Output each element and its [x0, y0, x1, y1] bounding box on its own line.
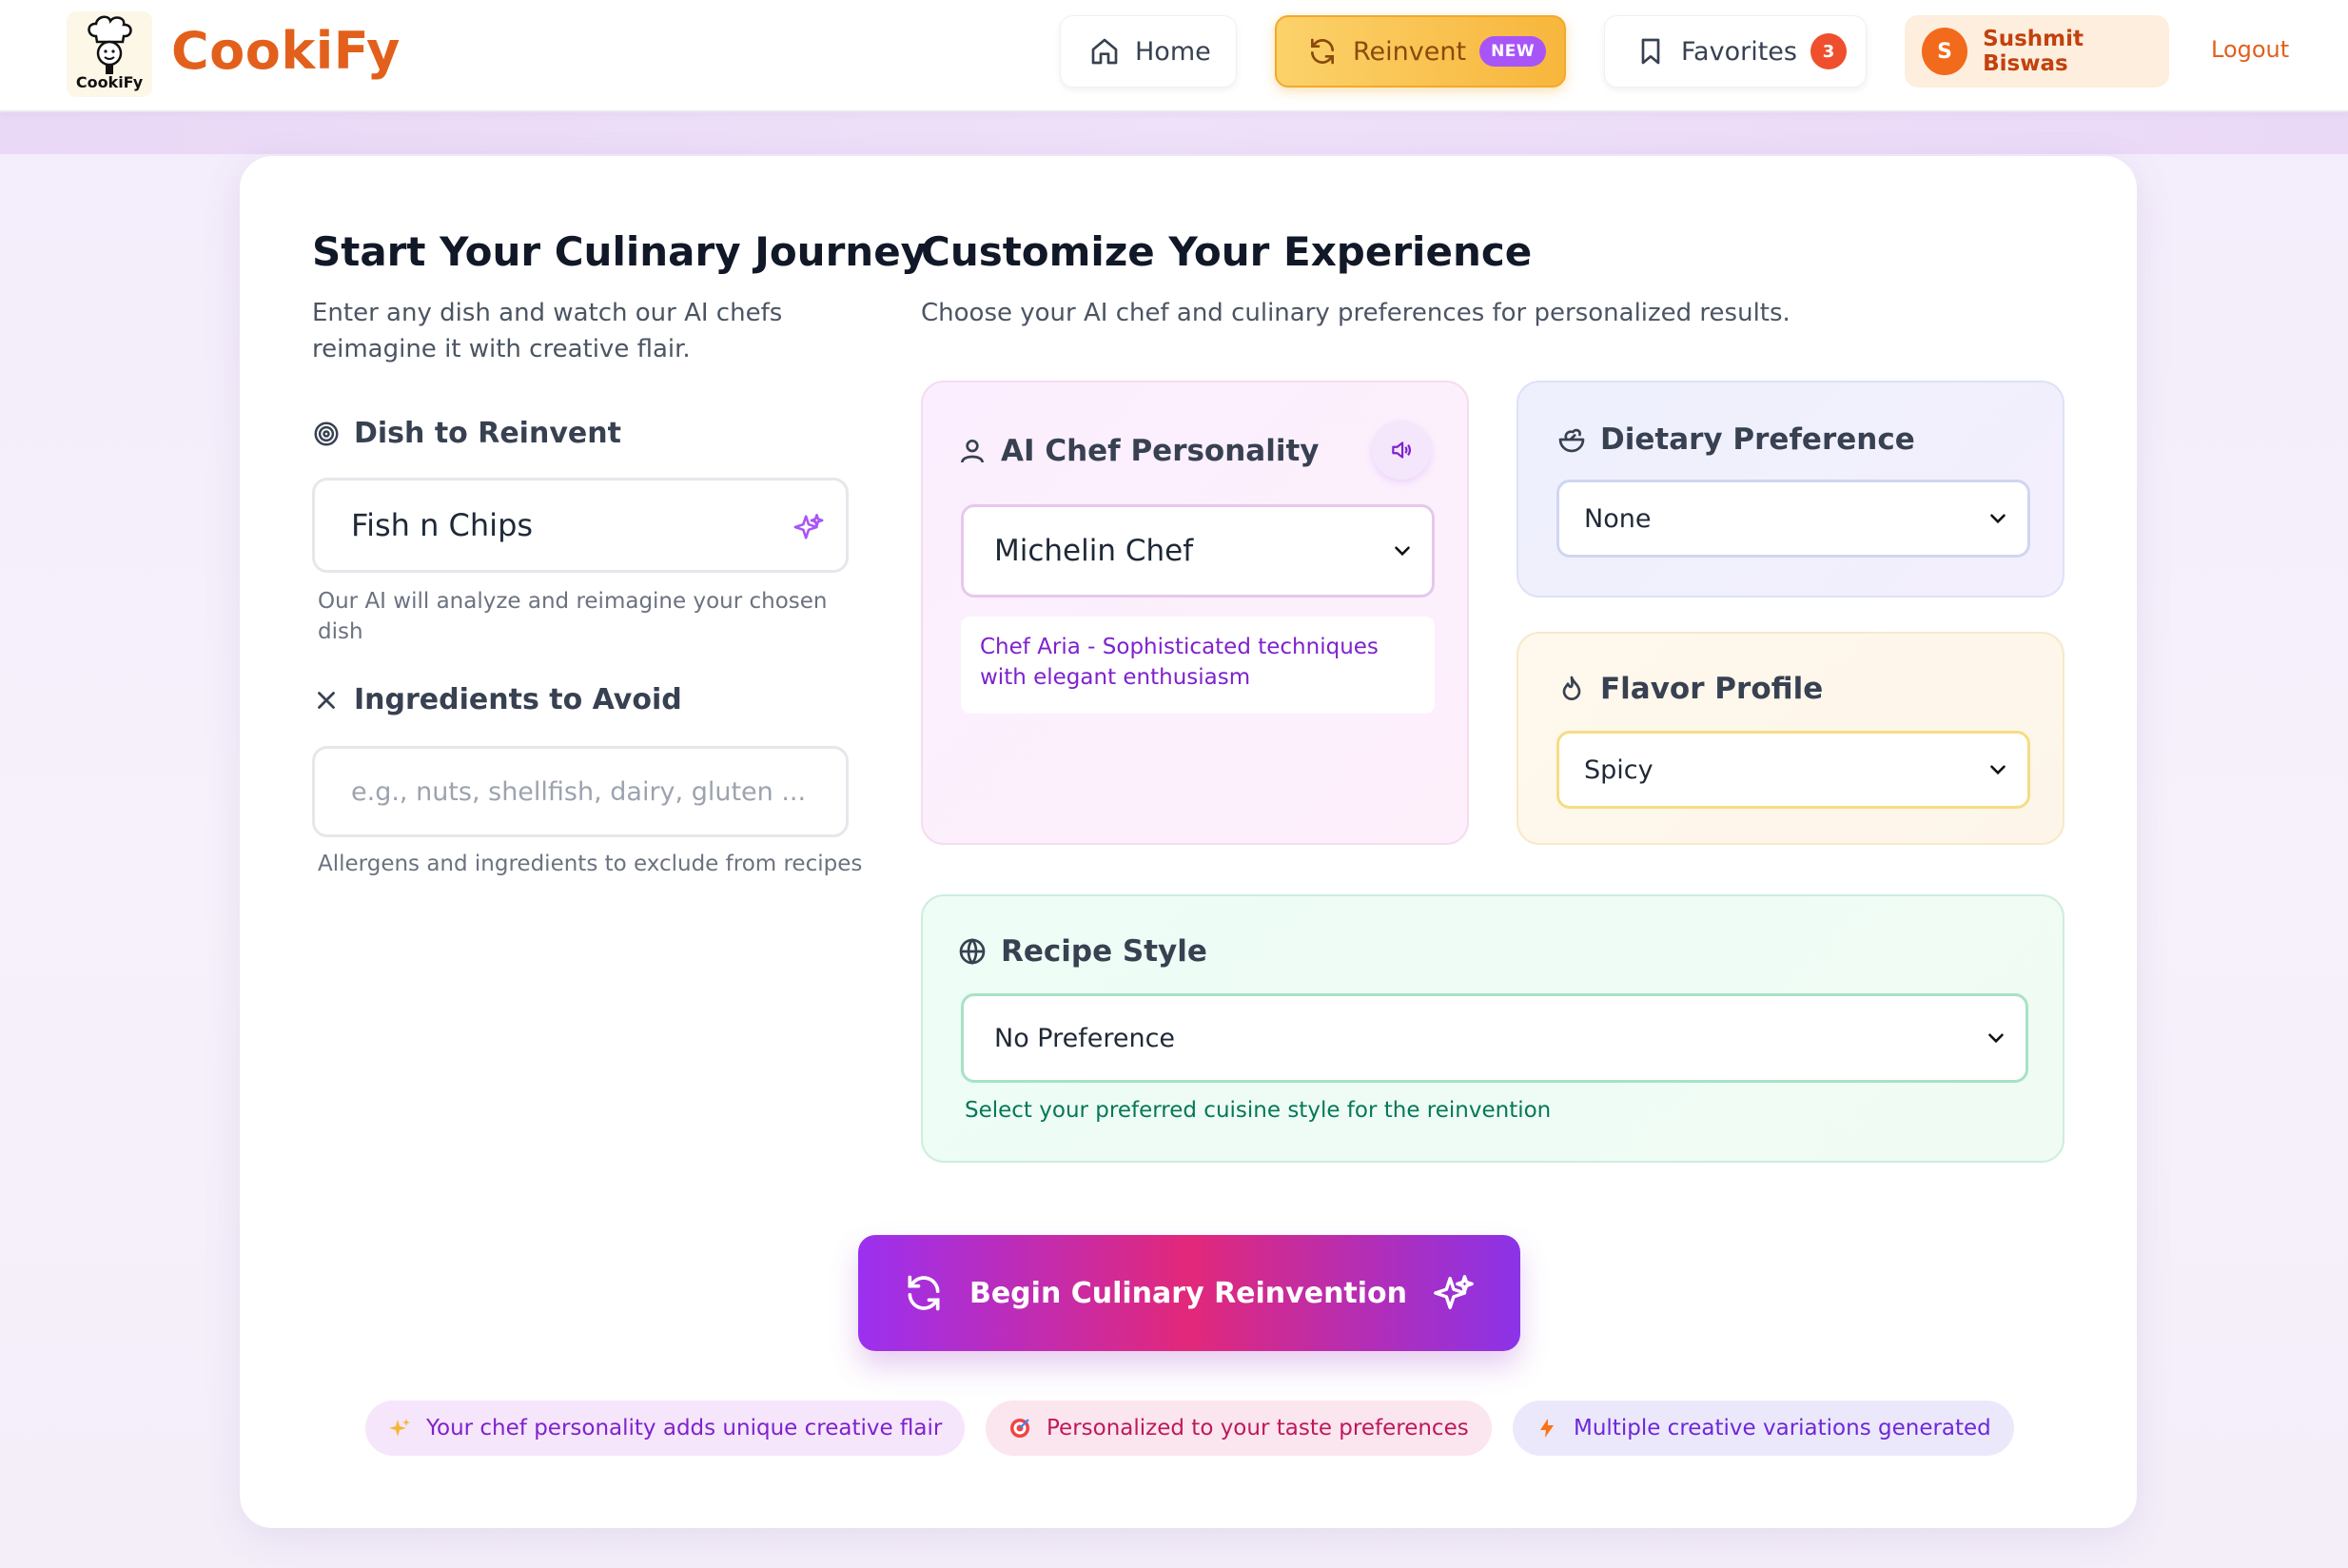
top-navbar: CookiFy CookiFy Home Reinvent NEW Favori…	[0, 0, 2348, 112]
header-band	[0, 112, 2348, 154]
salad-icon	[1556, 424, 1587, 455]
chevron-down-icon	[1984, 1026, 2008, 1050]
avatar: S	[1922, 28, 1968, 75]
chef-personality-panel: AI Chef Personality Michelin Chef Chef A…	[921, 381, 1469, 845]
recipe-style-select[interactable]: No Preference	[961, 993, 2028, 1083]
feature-chip-personalized-text: Personalized to your taste preferences	[1047, 1416, 1469, 1441]
feature-chip-personalized: Personalized to your taste preferences	[986, 1401, 1492, 1456]
main-card: Start Your Culinary Journey Enter any di…	[240, 156, 2137, 1528]
favorites-count-badge: 3	[1810, 33, 1847, 69]
chef-personality-value: Michelin Chef	[994, 534, 1194, 568]
flavor-profile-label: Flavor Profile	[1556, 672, 1823, 706]
flavor-profile-panel: Flavor Profile Spicy	[1516, 632, 2064, 845]
dietary-preference-label-text: Dietary Preference	[1600, 422, 1915, 457]
recipe-style-value: No Preference	[994, 1023, 1176, 1053]
nav-home-label: Home	[1135, 36, 1211, 67]
feature-chip-variations: Multiple creative variations generated	[1513, 1401, 2014, 1456]
dish-input-value: Fish n Chips	[351, 507, 534, 543]
target-icon	[1008, 1417, 1031, 1440]
nav-reinvent-label: Reinvent	[1353, 36, 1467, 67]
avoid-input[interactable]: e.g., nuts, shellfish, dairy, gluten ...	[312, 746, 849, 837]
new-badge: NEW	[1479, 36, 1547, 67]
dish-label-text: Dish to Reinvent	[354, 417, 621, 450]
recipe-style-help-text: Select your preferred cuisine style for …	[965, 1098, 1552, 1123]
chevron-down-icon	[1986, 506, 2010, 531]
avoid-label-text: Ingredients to Avoid	[354, 683, 682, 716]
recipe-style-panel: Recipe Style No Preference Select your p…	[921, 894, 2064, 1163]
avoid-help-text: Allergens and ingredients to exclude fro…	[318, 852, 863, 876]
dietary-preference-panel: Dietary Preference None	[1516, 381, 2064, 598]
dietary-preference-label: Dietary Preference	[1556, 422, 1915, 457]
begin-reinvention-button[interactable]: Begin Culinary Reinvention	[858, 1235, 1520, 1351]
customize-title: Customize Your Experience	[921, 228, 1533, 275]
journey-subtitle: Enter any dish and watch our AI chefs re…	[312, 299, 783, 363]
chevron-down-icon	[1986, 757, 2010, 782]
flame-icon	[1556, 674, 1587, 704]
flavor-profile-select[interactable]: Spicy	[1556, 731, 2030, 809]
feature-chip-creative-text: Your chef personality adds unique creati…	[426, 1416, 943, 1441]
chef-personality-label: AI Chef Personality	[957, 434, 1320, 468]
chef-hat-icon	[88, 15, 132, 74]
recipe-style-label: Recipe Style	[957, 934, 1207, 969]
dish-help-text: Our AI will analyze and reimagine your c…	[318, 589, 828, 644]
nav-reinvent-button[interactable]: Reinvent NEW	[1275, 15, 1566, 88]
dietary-preference-select[interactable]: None	[1556, 480, 2030, 558]
chevron-down-icon	[1390, 539, 1415, 563]
nav-favorites-button[interactable]: Favorites 3	[1604, 15, 1867, 88]
recipe-style-label-text: Recipe Style	[1001, 934, 1207, 969]
user-name: Sushmit Biswas	[1983, 27, 2084, 76]
bookmark-icon	[1635, 36, 1666, 67]
dietary-preference-value: None	[1584, 503, 1652, 534]
journey-title: Start Your Culinary Journey	[312, 228, 928, 275]
target-icon	[312, 420, 341, 448]
logo[interactable]: CookiFy	[67, 11, 152, 97]
avoid-input-placeholder: e.g., nuts, shellfish, dairy, gluten ...	[351, 776, 807, 807]
refresh-icon	[903, 1272, 945, 1314]
dish-input[interactable]: Fish n Chips	[312, 478, 849, 573]
flavor-profile-value: Spicy	[1584, 755, 1653, 785]
avoid-label: Ingredients to Avoid	[312, 683, 682, 716]
customize-subtitle: Choose your AI chef and culinary prefere…	[921, 299, 1790, 327]
flavor-profile-label-text: Flavor Profile	[1600, 672, 1824, 706]
user-icon	[957, 436, 988, 466]
chef-personality-select[interactable]: Michelin Chef	[961, 504, 1435, 598]
user-profile-button[interactable]: S Sushmit Biswas	[1905, 15, 2169, 88]
feature-chip-variations-text: Multiple creative variations generated	[1574, 1416, 1991, 1441]
logo-caption: CookiFy	[75, 73, 144, 91]
feature-chip-creative: Your chef personality adds unique creati…	[365, 1401, 966, 1456]
chef-personality-label-text: AI Chef Personality	[1001, 434, 1320, 468]
chef-description: Chef Aria - Sophisticated techniques wit…	[961, 617, 1435, 714]
dish-label: Dish to Reinvent	[312, 417, 621, 450]
refresh-icon	[1307, 36, 1338, 67]
brand-name[interactable]: CookiFy	[171, 21, 401, 81]
logout-button[interactable]: Logout	[2211, 36, 2289, 63]
home-icon	[1089, 36, 1120, 67]
speaker-button[interactable]	[1372, 421, 1431, 480]
speaker-icon	[1389, 438, 1414, 462]
sparkles-icon	[388, 1417, 411, 1440]
sparkles-icon	[792, 511, 825, 543]
lightning-icon	[1536, 1417, 1558, 1440]
sparkles-icon	[1432, 1271, 1476, 1315]
nav-favorites-label: Favorites	[1681, 36, 1797, 67]
nav-home-button[interactable]: Home	[1060, 15, 1237, 88]
close-icon	[312, 686, 341, 715]
globe-icon	[957, 936, 988, 967]
begin-reinvention-label: Begin Culinary Reinvention	[969, 1276, 1408, 1310]
